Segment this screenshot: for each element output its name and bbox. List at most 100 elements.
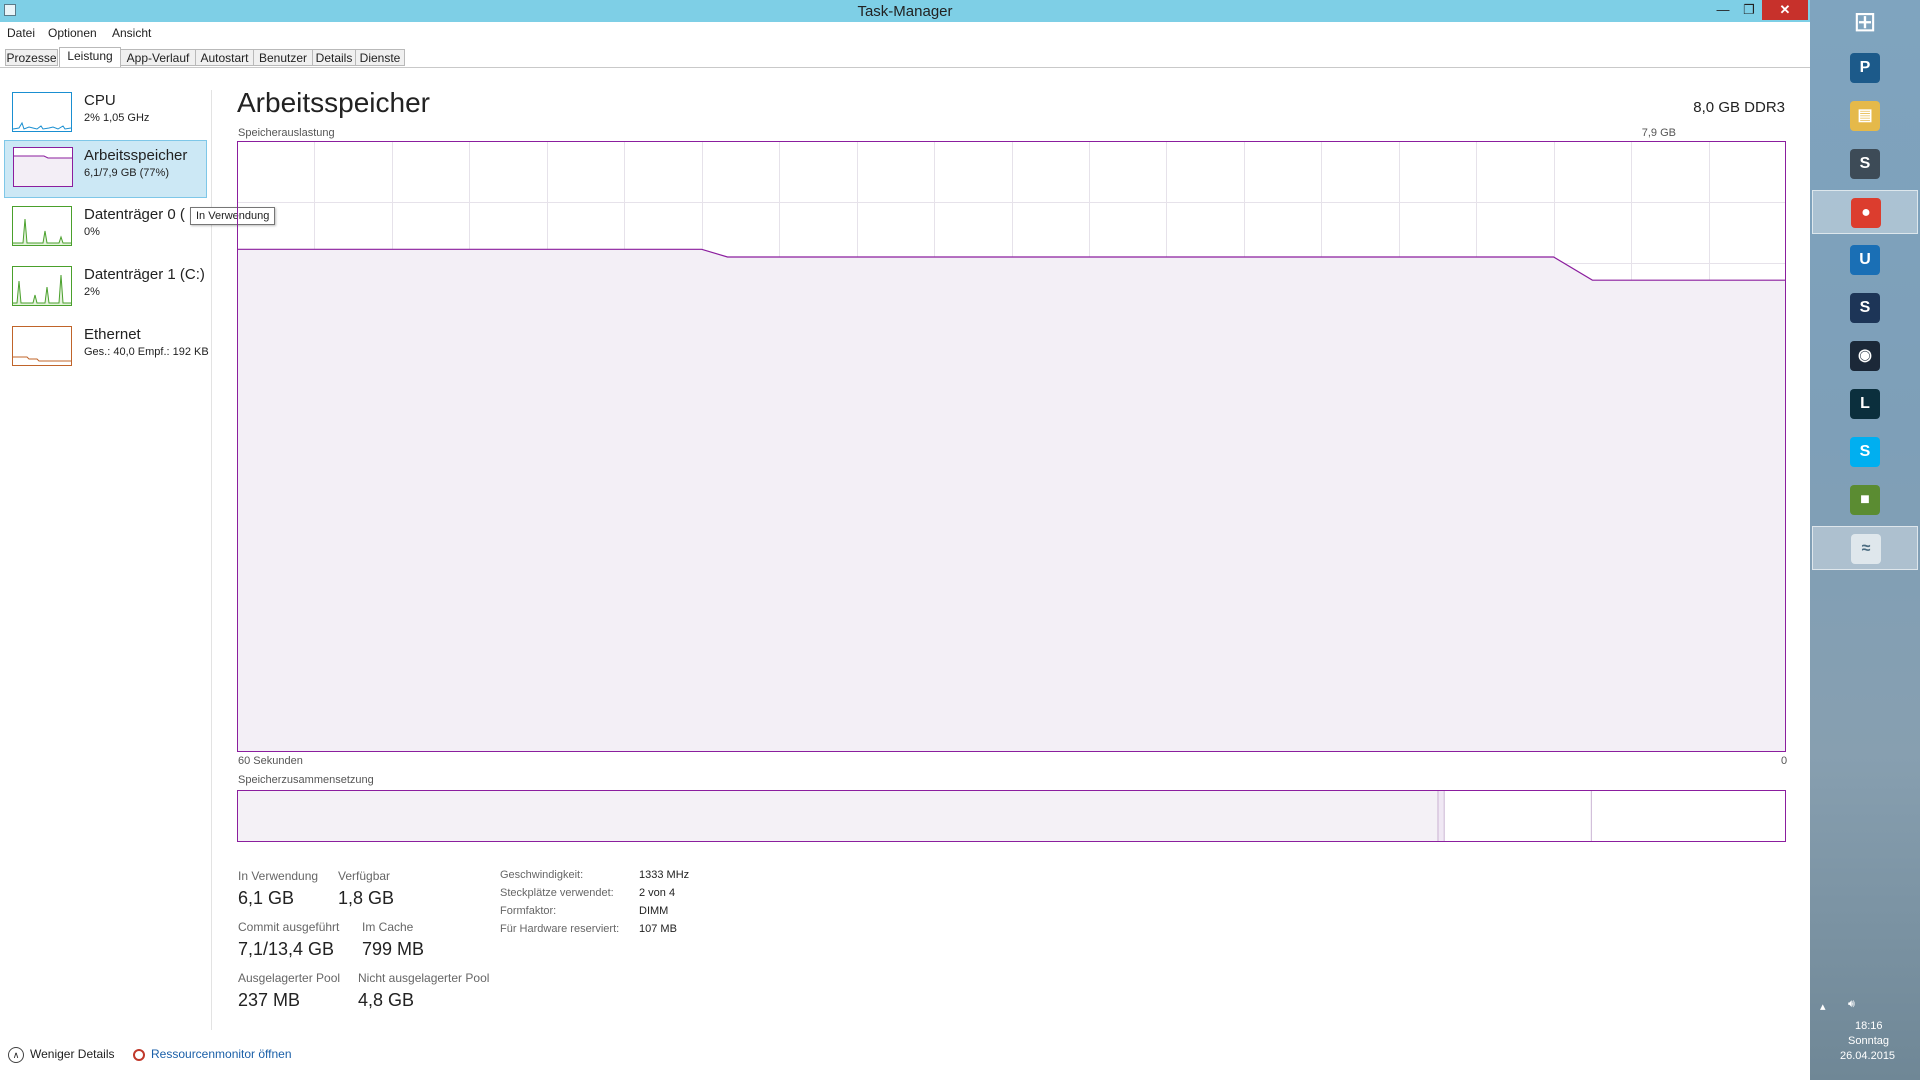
composition-segment-0 xyxy=(237,790,1438,842)
chart-area xyxy=(237,249,1786,752)
cache-value: 799 MB xyxy=(362,939,425,959)
resource-monitor-icon xyxy=(133,1048,145,1061)
ethernet-value: Ges.: 40,0 Empf.: 192 KB xyxy=(84,346,209,358)
minecraft-icon: ■ xyxy=(1850,485,1880,515)
task-manager-window: Task-Manager — ❐ ✕ Datei Optionen Ansich… xyxy=(0,0,1810,1080)
menu-bar: Datei Optionen Ansicht xyxy=(0,22,1810,42)
system-tray: ▴ 🔊︎ 18:16 Sonntag 26.04.2015 xyxy=(1810,995,1920,1080)
cache-label: Im Cache xyxy=(362,920,414,934)
available-value: 1,8 GB xyxy=(338,888,395,908)
form-factor-value: DIMM xyxy=(639,905,669,917)
tab-prozesse[interactable]: Prozesse xyxy=(5,49,58,66)
ethernet-thumbnail xyxy=(12,326,72,366)
uplay-icon: U xyxy=(1850,245,1880,275)
hw-reserved-label: Für Hardware reserviert: xyxy=(500,923,620,935)
file-explorer-icon: ▤ xyxy=(1850,101,1880,131)
memory-thumbnail xyxy=(13,147,73,187)
resource-disk-1[interactable]: Datenträger 1 (C:) 2% xyxy=(4,260,207,318)
taskbar-steam-old-button[interactable]: S xyxy=(1812,142,1918,186)
form-factor-label: Formfaktor: xyxy=(500,905,557,917)
cpu-value: 2% 1,05 GHz xyxy=(84,112,150,124)
title-bar[interactable]: Task-Manager — ❐ ✕ xyxy=(0,0,1810,22)
memory-usage-chart xyxy=(237,141,1786,752)
task-manager-icon: ≈ xyxy=(1851,534,1881,564)
disk0-value: 0% xyxy=(84,226,100,238)
clock-date[interactable]: 26.04.2015 xyxy=(1840,1050,1895,1062)
chevron-up-icon: ∧ xyxy=(8,1047,24,1063)
menu-ansicht[interactable]: Ansicht xyxy=(112,26,151,40)
cpu-thumbnail xyxy=(12,92,72,132)
taskbar-league-of-legends-button[interactable]: L xyxy=(1812,382,1918,426)
in-use-label: In Verwendung xyxy=(238,869,319,883)
maximize-button[interactable]: ❐ xyxy=(1736,0,1762,20)
taskbar-chrome-button[interactable]: ● xyxy=(1812,190,1918,234)
memory-composition-bar xyxy=(237,790,1786,842)
disk0-label: Datenträger 0 ( xyxy=(84,206,185,223)
minimize-button[interactable]: — xyxy=(1710,0,1736,20)
steam-old-icon: S xyxy=(1850,149,1880,179)
skype-icon: S xyxy=(1850,437,1880,467)
usage-max: 7,9 GB xyxy=(1641,127,1676,139)
resource-memory[interactable]: Arbeitsspeicher 6,1/7,9 GB (77%) xyxy=(4,140,207,198)
disk1-label: Datenträger 1 (C:) xyxy=(84,266,205,283)
taskbar-steam-button[interactable]: ◉ xyxy=(1812,334,1918,378)
clock-time[interactable]: 18:16 xyxy=(1855,1020,1883,1032)
window-title: Task-Manager xyxy=(857,3,953,20)
tab-leistung[interactable]: Leistung xyxy=(59,47,121,67)
resource-disk-0[interactable]: Datenträger 0 ( 0% xyxy=(4,200,207,258)
resource-list: CPU 2% 1,05 GHz Arbeitsspeicher 6,1/7,9 … xyxy=(0,68,212,1028)
menu-optionen[interactable]: Optionen xyxy=(48,26,97,40)
disk0-thumbnail xyxy=(12,206,72,246)
resource-monitor-link[interactable]: Ressourcenmonitor öffnen xyxy=(133,1047,292,1061)
taskbar-task-manager-button[interactable]: ≈ xyxy=(1812,526,1918,570)
tab-details[interactable]: Details xyxy=(312,49,356,66)
tray-expand-icon[interactable]: ▴ xyxy=(1820,1000,1826,1013)
resource-cpu[interactable]: CPU 2% 1,05 GHz xyxy=(4,86,207,144)
speed-label: Geschwindigkeit: xyxy=(500,869,584,881)
usage-caption: Speicherauslastung xyxy=(238,127,335,139)
menu-datei[interactable]: Datei xyxy=(7,26,35,40)
resource-ethernet[interactable]: Ethernet Ges.: 40,0 Empf.: 192 KB xyxy=(4,320,209,378)
close-button[interactable]: ✕ xyxy=(1762,0,1808,20)
photo-app-icon: P xyxy=(1850,53,1880,83)
tab-autostart[interactable]: Autostart xyxy=(195,49,254,66)
commit-label: Commit ausgeführt xyxy=(238,920,340,934)
available-label: Verfügbar xyxy=(338,869,391,883)
in-use-value: 6,1 GB xyxy=(238,888,295,908)
disk1-thumbnail xyxy=(12,266,72,306)
clock-day[interactable]: Sonntag xyxy=(1848,1035,1889,1047)
taskbar-file-explorer-button[interactable]: ▤ xyxy=(1812,94,1918,138)
speed-value: 1333 MHz xyxy=(639,869,690,881)
chrome-icon: ● xyxy=(1851,198,1881,228)
ram-spec: 8,0 GB DDR3 xyxy=(1693,99,1785,116)
taskbar-app-s-button[interactable]: S xyxy=(1812,286,1918,330)
slots-label: Steckplätze verwendet: xyxy=(500,887,614,899)
chart-x-right-label: 0 xyxy=(1781,755,1788,767)
composition-segment-3 xyxy=(1590,790,1786,842)
ethernet-label: Ethernet xyxy=(84,326,141,343)
nonpaged-pool-label: Nicht ausgelagerter Pool xyxy=(358,971,490,985)
taskbar-minecraft-button[interactable]: ■ xyxy=(1812,478,1918,522)
paged-pool-label: Ausgelagerter Pool xyxy=(238,971,341,985)
taskbar-skype-button[interactable]: S xyxy=(1812,430,1918,474)
app-s-icon: S xyxy=(1850,293,1880,323)
start-icon: ⊞ xyxy=(1853,6,1877,37)
tab-divider xyxy=(0,67,1810,68)
taskbar-photo-app-button[interactable]: P xyxy=(1812,46,1918,90)
composition-caption: Speicherzusammensetzung xyxy=(238,774,374,786)
speaker-icon[interactable]: 🔊︎ xyxy=(1848,998,1855,1011)
cpu-label: CPU xyxy=(84,92,116,109)
paged-pool-value: 237 MB xyxy=(238,990,301,1010)
taskbar-start-button[interactable]: ⊞ xyxy=(1812,0,1918,44)
tab-benutzer[interactable]: Benutzer xyxy=(253,49,313,66)
tab-app-verlauf[interactable]: App-Verlauf xyxy=(120,49,196,66)
memory-value: 6,1/7,9 GB (77%) xyxy=(84,167,169,179)
taskbar-uplay-button[interactable]: U xyxy=(1812,238,1918,282)
nonpaged-pool-value: 4,8 GB xyxy=(358,990,415,1010)
fewer-details-label: Weniger Details xyxy=(30,1047,115,1062)
hw-reserved-value: 107 MB xyxy=(639,923,677,935)
page-title: Arbeitsspeicher xyxy=(237,87,430,118)
league-of-legends-icon: L xyxy=(1850,389,1880,419)
tab-dienste[interactable]: Dienste xyxy=(355,49,405,66)
fewer-details-button[interactable]: ∧ Weniger Details xyxy=(8,1047,114,1063)
